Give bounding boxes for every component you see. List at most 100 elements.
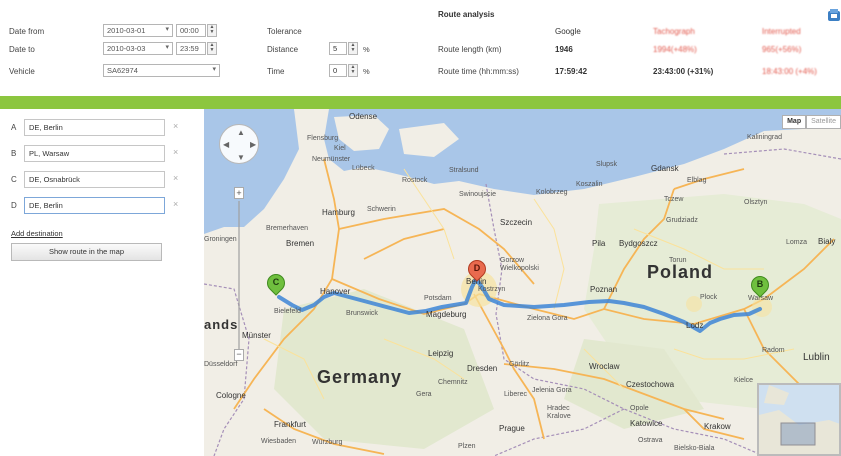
remove-destination-b-icon[interactable]: ×: [173, 147, 178, 157]
map-type-map-button[interactable]: Map: [782, 115, 807, 129]
destination-letter: B: [11, 149, 17, 158]
remove-destination-c-icon[interactable]: ×: [173, 173, 178, 183]
time-label: Time: [267, 67, 285, 76]
google-route-time: 17:59:42: [555, 67, 588, 76]
route-marker-d[interactable]: D: [464, 256, 490, 284]
route-length-label: Route length (km): [438, 45, 502, 54]
map-label-dresden: Dresden: [467, 364, 498, 373]
interrupted-route-length: 965(+56%): [762, 45, 802, 54]
map-label-szczecin: Szczecin: [500, 218, 533, 227]
map-label-radom: Radom: [762, 347, 785, 354]
map-label-wroclaw: Wroclaw: [589, 362, 620, 371]
pan-down-icon[interactable]: ▼: [237, 153, 245, 162]
map-label-bialystok: Bialy: [818, 237, 836, 246]
map-label-koszalin: Koszalin: [576, 181, 603, 188]
top-form-panel: Date from 2010-03-01 ▾ 00:00 ▲ ▼ Date to 2…: [0, 0, 841, 96]
map-label-wiesbaden: Wiesbaden: [261, 438, 297, 445]
export-icon[interactable]: [827, 8, 841, 22]
map-type-satellite-button[interactable]: Satellite: [806, 115, 841, 129]
map-label-chemnitz: Chemnitz: [438, 379, 468, 386]
map-label-odense: Odense: [349, 112, 378, 121]
overview-minimap[interactable]: [757, 383, 841, 456]
map-label-krakow: Krakow: [704, 422, 731, 431]
date-to-time-spinner[interactable]: ▲ ▼: [207, 42, 217, 55]
map-label-munster: Münster: [242, 331, 271, 340]
tachograph-route-time: 23:43:00 (+31%): [653, 67, 714, 76]
map-label-germany: Germany: [317, 367, 403, 387]
distance-tolerance-input[interactable]: 5: [329, 42, 347, 55]
time-tolerance-spinner[interactable]: ▲ ▼: [348, 64, 358, 77]
interrupted-column-header: Interrupted: [762, 27, 801, 36]
map-label-rostock: Rostock: [402, 177, 428, 184]
map-label-pizen: Plzen: [458, 443, 476, 450]
map-label-groningen: Groningen: [204, 236, 237, 243]
map-label-gera: Gera: [416, 391, 432, 398]
map-type-switcher: Map Satellite: [782, 115, 841, 129]
destination-letter: A: [11, 123, 17, 132]
remove-destination-d-icon[interactable]: ×: [173, 199, 178, 209]
date-from-time-input[interactable]: 00:00: [176, 24, 206, 37]
date-from-time-spinner[interactable]: ▲ ▼: [207, 24, 217, 37]
date-from-select[interactable]: 2010-03-01 ▾: [103, 24, 173, 37]
map-label-flensburg: Flensburg: [307, 135, 339, 142]
date-to-value: 2010-03-03: [107, 44, 146, 53]
date-from-value: 2010-03-01: [107, 26, 146, 35]
map-label-potsdam: Potsdam: [424, 295, 452, 302]
show-route-button[interactable]: Show route in the map: [11, 243, 162, 261]
map-label-kiel: Kiel: [334, 145, 346, 152]
map-label-schwerin: Schwerin: [367, 206, 396, 213]
route-marker-b[interactable]: B: [747, 272, 773, 300]
pan-right-icon[interactable]: ▶: [250, 140, 256, 149]
map-label-netherlands-partial: ands: [204, 317, 239, 332]
route-map[interactable]: Odense Flensburg Kiel Stralsund Neumünst…: [204, 109, 841, 456]
zoom-out-button[interactable]: −: [234, 349, 244, 361]
distance-tolerance-spinner[interactable]: ▲ ▼: [348, 42, 358, 55]
destination-letter: D: [11, 201, 17, 210]
map-label-gorzow: Gorzow Wielkopolski: [500, 257, 539, 272]
vehicle-label: Vehicle: [9, 67, 35, 76]
map-label-kostrzyn: Kostrzyn: [478, 286, 506, 293]
map-label-leipzig: Leipzig: [428, 349, 454, 358]
destination-input-d[interactable]: DE, Berlin: [24, 197, 165, 214]
map-label-prague: Prague: [499, 424, 525, 433]
date-to-time-input[interactable]: 23:59: [176, 42, 206, 55]
destination-letter: C: [11, 175, 17, 184]
route-analysis-title: Route analysis: [438, 10, 495, 19]
map-label-brunswick: Brunswick: [346, 310, 378, 317]
date-to-time-value: 23:59: [180, 44, 199, 53]
zoom-in-button[interactable]: +: [234, 187, 244, 199]
google-column-header: Google: [555, 27, 581, 36]
map-label-gorlitz: Görlitz: [509, 361, 530, 368]
map-pan-control[interactable]: ▲ ▼ ◀ ▶: [219, 124, 259, 164]
map-label-poland: Poland: [647, 262, 714, 282]
chevron-down-icon: ▾: [165, 26, 169, 33]
time-percent-label: %: [363, 67, 370, 76]
map-label-bremerhaven: Bremerhaven: [266, 225, 309, 232]
remove-destination-a-icon[interactable]: ×: [173, 121, 178, 131]
pan-up-icon[interactable]: ▲: [237, 128, 245, 137]
pan-left-icon[interactable]: ◀: [223, 140, 229, 149]
map-label-kolobrzeg: Kolobrzeg: [536, 189, 568, 196]
zoom-slider-track[interactable]: [238, 201, 240, 351]
distance-percent-label: %: [363, 45, 370, 54]
route-marker-c[interactable]: C: [263, 270, 289, 298]
map-label-tczew: Tczew: [664, 196, 684, 203]
map-label-slupsk: Slupsk: [596, 161, 618, 168]
vehicle-select[interactable]: SA62974 ▾: [103, 64, 220, 77]
date-to-select[interactable]: 2010-03-03 ▾: [103, 42, 173, 55]
chevron-down-icon: ▾: [165, 44, 169, 51]
destination-input-a[interactable]: DE, Berlin: [24, 119, 165, 136]
map-label-wurzburg: Würzburg: [312, 439, 343, 446]
map-label-elblag: Elblag: [687, 177, 707, 184]
add-destination-link[interactable]: Add destination: [11, 229, 63, 238]
map-label-kaliningrad: Kaliningrad: [747, 134, 783, 141]
tachograph-column-header: Tachograph: [653, 27, 695, 36]
map-label-frankfurt: Frankfurt: [274, 420, 307, 429]
map-label-stralsund: Stralsund: [449, 167, 479, 174]
map-label-magdeburg: Magdeburg: [426, 310, 467, 319]
destination-input-c[interactable]: DE, Osnabrück: [24, 171, 165, 188]
destination-input-b[interactable]: PL, Warsaw: [24, 145, 165, 162]
map-label-ostrava: Ostrava: [638, 437, 663, 444]
map-label-lublin: Lublin: [803, 352, 830, 363]
time-tolerance-input[interactable]: 0: [329, 64, 347, 77]
